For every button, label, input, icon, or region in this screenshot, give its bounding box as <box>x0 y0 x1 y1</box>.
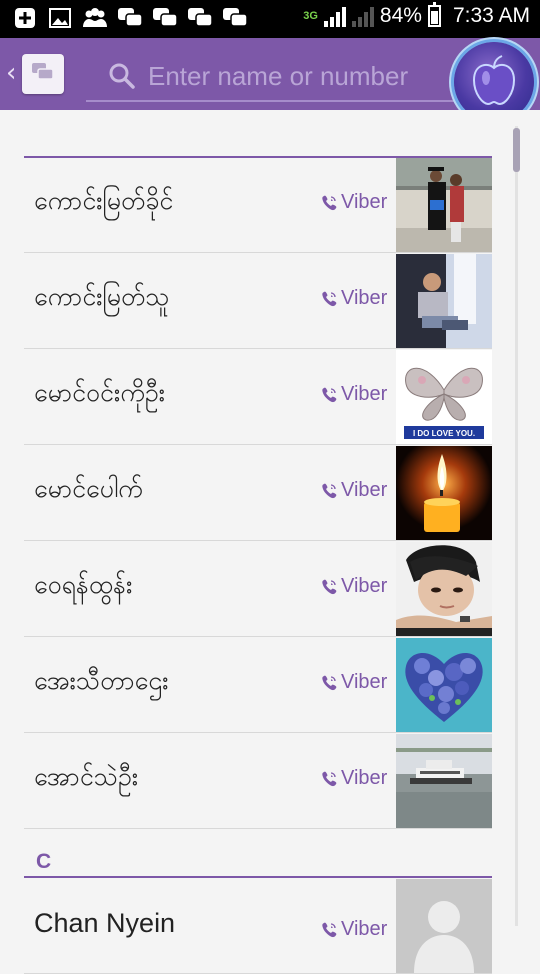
viber-badge: Viber <box>320 383 387 406</box>
notification-icons <box>12 6 248 30</box>
viber-badge: Viber <box>320 671 387 694</box>
contact-photo-candle <box>396 446 492 540</box>
contact-row[interactable]: ကောင်းမြတ်ခိုင် Viber <box>24 157 492 253</box>
phone-icon <box>322 195 337 210</box>
viber-badge: Viber <box>320 918 387 941</box>
contact-name: မောင်ဝင်းကိုဦး <box>34 378 165 407</box>
scrollbar-track <box>515 126 518 926</box>
viber-label: Viber <box>341 575 388 597</box>
contact-row[interactable]: ကောင်းမြတ်သူ Viber <box>24 253 492 349</box>
contact-photo-face <box>396 542 492 636</box>
search-icon <box>108 62 136 94</box>
phone-icon <box>322 771 337 786</box>
search-box[interactable] <box>86 52 456 102</box>
contact-row[interactable]: အေးသီတာဌေး Viber <box>24 637 492 733</box>
chat-icon <box>187 6 213 30</box>
battery-icon <box>427 2 441 27</box>
battery-percent: 84% <box>379 4 422 27</box>
chat-icon <box>222 6 248 30</box>
phone-icon <box>322 579 337 594</box>
contact-photo-graduation <box>396 158 492 252</box>
contact-photo-butterfly: I DO LOVE YOU. <box>396 350 492 444</box>
viber-label: Viber <box>341 671 388 693</box>
phone-icon <box>322 483 337 498</box>
contact-name: ကောင်းမြတ်သူ <box>34 282 170 311</box>
group-icon <box>82 6 108 30</box>
viber-badge: Viber <box>320 767 387 790</box>
signal-strength-icon-sim1 <box>323 5 346 27</box>
contact-name: Chan Nyein <box>34 908 176 938</box>
contact-name: အောင်သဲဦး <box>34 762 139 791</box>
plus-square-icon <box>12 6 38 30</box>
clock: 7:33 AM <box>452 4 530 27</box>
chat-icon <box>117 6 143 30</box>
contact-photo-person <box>396 254 492 348</box>
status-right: 3G 84% 7:33 AM <box>303 2 530 28</box>
contact-name: ဝေရန်ထွန်း <box>34 570 133 599</box>
viber-label: Viber <box>341 191 388 213</box>
chat-icon <box>152 6 178 30</box>
network-type: 3G <box>303 10 318 22</box>
viber-label: Viber <box>341 918 388 940</box>
back-chevron-icon[interactable]: ‹ <box>6 58 16 88</box>
phone-icon <box>322 675 337 690</box>
contact-row[interactable]: အောင်သဲဦး Viber <box>24 733 492 829</box>
contact-row[interactable]: မောင်ဝင်းကိုဦး Viber I DO LOVE YOU. <box>24 349 492 445</box>
contact-name: အေးသီတာဌေး <box>34 666 169 695</box>
section-letter-c: C <box>36 850 52 873</box>
status-bar: 3G 84% 7:33 AM <box>0 0 540 38</box>
contact-name: ကောင်းမြတ်ခိုင် <box>34 186 174 215</box>
image-icon <box>47 6 73 30</box>
viber-label: Viber <box>341 383 388 405</box>
contact-name: မောင်ပေါက် <box>34 474 143 503</box>
viber-label: Viber <box>341 287 388 309</box>
phone-icon <box>322 387 337 402</box>
photo-caption: I DO LOVE YOU. <box>413 429 475 438</box>
phone-icon <box>322 291 337 306</box>
search-toolbar: ‹ <box>0 38 540 122</box>
viber-label: Viber <box>341 767 388 789</box>
signal-strength-icon-sim2 <box>351 5 374 27</box>
up-button[interactable] <box>22 54 64 94</box>
default-avatar <box>396 879 492 973</box>
viber-badge: Viber <box>320 191 387 214</box>
chat-bubbles-icon <box>31 61 55 87</box>
contact-row[interactable]: ဝေရန်ထွန်း Viber <box>24 541 492 637</box>
contact-row[interactable]: မောင်ပေါက် Viber <box>24 445 492 541</box>
viber-badge: Viber <box>320 479 387 502</box>
search-input[interactable] <box>146 58 450 94</box>
contact-list[interactable]: ကောင်းမြတ်ခိုင် Viber ကောင်းမြတ်သူ Viber… <box>0 110 540 974</box>
phone-icon <box>322 922 337 937</box>
viber-label: Viber <box>341 479 388 501</box>
contact-photo-boat <box>396 734 492 828</box>
viber-badge: Viber <box>320 575 387 598</box>
contact-photo-flower-heart <box>396 638 492 732</box>
scrollbar-thumb[interactable] <box>513 128 520 172</box>
viber-badge: Viber <box>320 287 387 310</box>
